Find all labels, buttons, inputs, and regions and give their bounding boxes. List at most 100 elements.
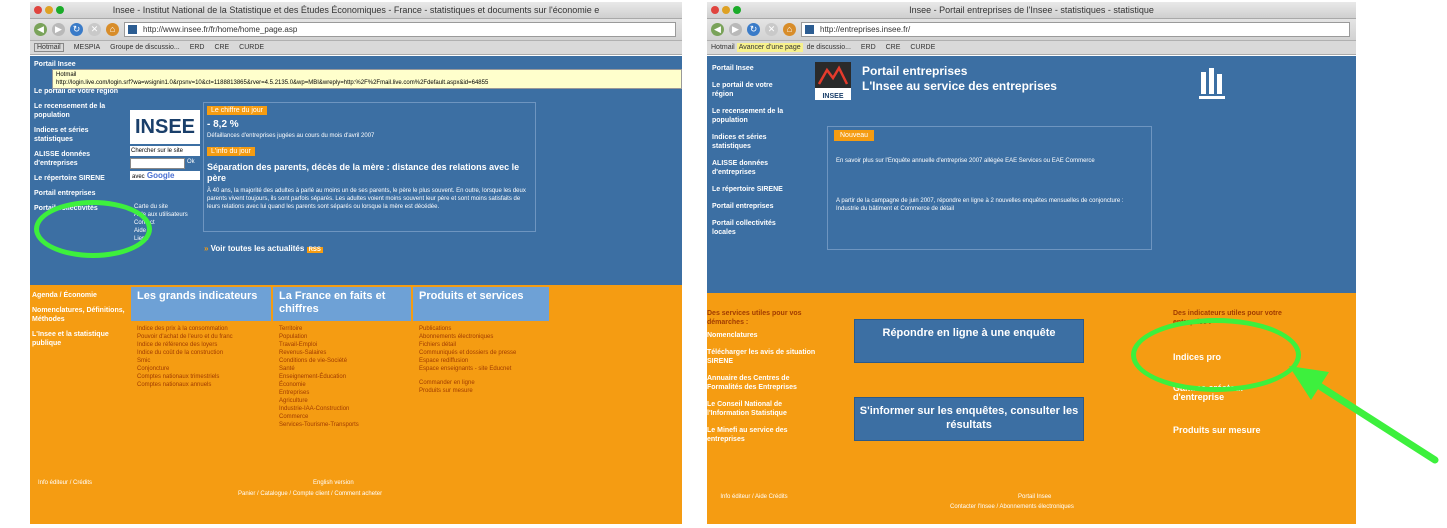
link-agenda[interactable]: Agenda / Économie: [32, 291, 126, 300]
nav-alisse[interactable]: ALISSE données d'entreprises: [34, 150, 124, 168]
link-aide-utilisateurs[interactable]: Aide aux utilisateurs: [134, 211, 194, 219]
bookmark-erd[interactable]: ERD: [190, 44, 205, 51]
nav-indices-series[interactable]: Indices et séries statistiques: [712, 133, 792, 151]
link-liens[interactable]: Liens: [134, 235, 194, 243]
footer-portail-insee-link[interactable]: Portail Insee: [1018, 493, 1051, 501]
link-carte-site[interactable]: Carte du site: [134, 203, 194, 211]
stop-icon[interactable]: ✕: [765, 23, 778, 36]
column-item[interactable]: Indice de référence des loyers: [137, 341, 265, 349]
column-item[interactable]: Indice des prix à la consommation: [137, 325, 265, 333]
link-contact[interactable]: Contact: [134, 219, 194, 227]
nav-indices-series[interactable]: Indices et séries statistiques: [34, 126, 124, 144]
column-item[interactable]: Commerce: [279, 413, 405, 421]
link-cnis[interactable]: Le Conseil National de l'Information Sta…: [707, 400, 825, 418]
column-item[interactable]: Commander en ligne: [419, 379, 543, 387]
nav-portail-entreprises[interactable]: Portail entreprises: [712, 202, 792, 211]
column-item[interactable]: Espace enseignants - site Educnet: [419, 365, 543, 373]
reload-icon[interactable]: ↻: [747, 23, 760, 36]
nav-portail-insee[interactable]: Portail Insee: [34, 60, 124, 69]
column-item[interactable]: Économie: [279, 381, 405, 389]
link-nomenclatures[interactable]: Nomenclatures: [707, 331, 825, 340]
column-item[interactable]: Communiqués et dossiers de presse: [419, 349, 543, 357]
link-insee-statistique[interactable]: L'Insee et la statistique publique: [32, 330, 126, 348]
news-item-eae[interactable]: En savoir plus sur l'Enquête annuelle d'…: [836, 157, 1136, 165]
column-item[interactable]: Conjoncture: [137, 365, 265, 373]
link-minefi[interactable]: Le Minefi au service des entreprises: [707, 426, 825, 444]
column-item[interactable]: Agriculture: [279, 397, 405, 405]
footer-contact-links[interactable]: Contacter l'Insee / Abonnements électron…: [950, 503, 1074, 511]
actualites-link[interactable]: » Voir toutes les actualités RSS: [204, 244, 323, 253]
link-gamme-createur[interactable]: Gamme créateur d'entreprise: [1173, 384, 1283, 402]
minimize-window-button[interactable]: [45, 6, 53, 14]
informer-enquetes-button[interactable]: S'informer sur les enquêtes, consulter l…: [854, 397, 1084, 441]
link-produits-sur-mesure[interactable]: Produits sur mesure: [1173, 426, 1283, 435]
nav-portail-region[interactable]: Le portail de votre région: [712, 81, 792, 99]
nav-recensement[interactable]: Le recensement de la population: [34, 102, 124, 120]
rss-badge[interactable]: RSS: [306, 247, 323, 253]
footer-editor-link[interactable]: Info éditeur / Aide Crédits: [719, 493, 789, 501]
bookmark-mespia[interactable]: MESPIA: [74, 44, 100, 51]
bookmark-groupe[interactable]: de discussio...: [807, 44, 851, 51]
home-icon[interactable]: ⌂: [783, 23, 796, 36]
column-item[interactable]: Comptes nationaux trimestriels: [137, 373, 265, 381]
nav-portail-entreprises[interactable]: Portail entreprises: [34, 189, 124, 198]
reload-icon[interactable]: ↻: [70, 23, 83, 36]
column-item[interactable]: Enseignement-Éducation: [279, 373, 405, 381]
bookmark-hotmail[interactable]: Hotmail: [711, 44, 735, 51]
forward-arrow-icon[interactable]: ▶: [52, 23, 65, 36]
column-item[interactable]: Comptes nationaux annuels: [137, 381, 265, 389]
close-window-button[interactable]: [34, 6, 42, 14]
forward-arrow-icon[interactable]: ▶: [729, 23, 742, 36]
column-item[interactable]: Smic: [137, 357, 265, 365]
repondre-enquete-button[interactable]: Répondre en ligne à une enquête: [854, 319, 1084, 363]
address-bar[interactable]: http://entreprises.insee.fr/: [801, 22, 1350, 37]
nav-portail-collectivites[interactable]: Portail collectivités locales: [712, 219, 792, 237]
column-item[interactable]: Services-Tourisme-Transports: [279, 421, 405, 429]
nav-recensement[interactable]: Le recensement de la population: [712, 107, 792, 125]
link-avis-sirene[interactable]: Télécharger les avis de situation SIRENE: [707, 348, 825, 366]
close-window-button[interactable]: [711, 6, 719, 14]
search-ok-button[interactable]: Ok: [187, 158, 195, 169]
column-item[interactable]: Population: [279, 333, 405, 341]
column-item[interactable]: Fichiers détail: [419, 341, 543, 349]
bookmark-curde[interactable]: CURDE: [910, 44, 935, 51]
column-item[interactable]: Pouvoir d'achat de l'euro et du franc: [137, 333, 265, 341]
column-item[interactable]: Produits sur mesure: [419, 387, 543, 395]
column-item[interactable]: Abonnements électroniques: [419, 333, 543, 341]
zoom-window-button[interactable]: [733, 6, 741, 14]
back-arrow-icon[interactable]: ◀: [34, 23, 47, 36]
home-icon[interactable]: ⌂: [106, 23, 119, 36]
link-cfe[interactable]: Annuaire des Centres de Formalités des E…: [707, 374, 825, 392]
back-arrow-icon[interactable]: ◀: [711, 23, 724, 36]
info-title[interactable]: Séparation des parents, décès de la mère…: [207, 162, 532, 184]
column-item[interactable]: Entreprises: [279, 389, 405, 397]
bookmark-groupe[interactable]: Groupe de discussio...: [110, 44, 180, 51]
link-nomenclatures[interactable]: Nomenclatures, Définitions, Méthodes: [32, 306, 126, 324]
nav-alisse[interactable]: ALISSE données d'entreprises: [712, 159, 792, 177]
column-item[interactable]: Indice du coût de la construction: [137, 349, 265, 357]
nav-portail-insee[interactable]: Portail Insee: [712, 64, 792, 73]
footer-shop-links[interactable]: Panier / Catalogue / Compte client / Com…: [238, 490, 382, 498]
column-item[interactable]: Industrie-IAA-Construction: [279, 405, 405, 413]
bookmark-cre[interactable]: CRE: [886, 44, 901, 51]
nav-portail-collectivites[interactable]: Portail collectivités: [34, 204, 124, 213]
column-item[interactable]: Travail-Emploi: [279, 341, 405, 349]
column-item[interactable]: Conditions de vie-Société: [279, 357, 405, 365]
nav-repertoire-sirene[interactable]: Le répertoire SIRENE: [34, 174, 124, 183]
bookmark-hotmail[interactable]: Hotmail: [34, 43, 64, 52]
bookmark-curde[interactable]: CURDE: [239, 44, 264, 51]
zoom-window-button[interactable]: [56, 6, 64, 14]
column-item[interactable]: Espace rediffusion: [419, 357, 543, 365]
column-item[interactable]: Publications: [419, 325, 543, 333]
link-aide[interactable]: Aide: [134, 227, 194, 235]
link-indices-pro[interactable]: Indices pro: [1173, 353, 1283, 362]
news-item-enquetes[interactable]: A partir de la campagne de juin 2007, ré…: [836, 197, 1141, 213]
footer-english-link[interactable]: English version: [313, 479, 354, 487]
address-bar[interactable]: http://www.insee.fr/fr/home/home_page.as…: [124, 22, 676, 37]
column-item[interactable]: Territoire: [279, 325, 405, 333]
stop-icon[interactable]: ✕: [88, 23, 101, 36]
search-input[interactable]: [130, 158, 185, 169]
column-item[interactable]: Revenus-Salaires: [279, 349, 405, 357]
column-item[interactable]: Santé: [279, 365, 405, 373]
footer-editor-link[interactable]: Info éditeur / Crédits: [38, 479, 92, 487]
